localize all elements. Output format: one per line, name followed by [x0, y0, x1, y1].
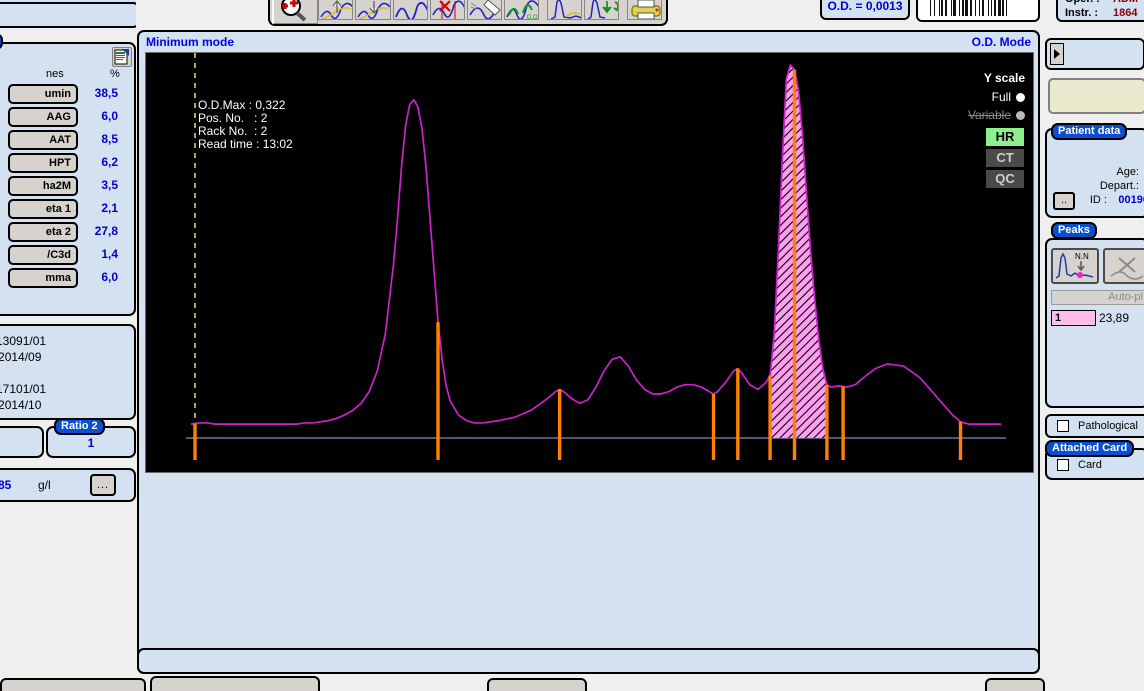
curve-do-icon[interactable]: D.O: [504, 0, 540, 20]
patient-id-label: ID :: [1089, 194, 1107, 206]
bottom-mid-toolbar: [150, 676, 320, 691]
patient-data-label: Patient data: [1051, 123, 1128, 140]
patient-age-label: Age:: [1116, 166, 1139, 178]
peak-cut-icon[interactable]: [1103, 248, 1144, 284]
patient-depart-label: Depart.:: [1099, 180, 1139, 192]
card-checkbox[interactable]: [1057, 459, 1069, 471]
curve-peak-icon[interactable]: [546, 0, 583, 20]
curve-toolbar: D.O: [268, 0, 668, 26]
operator-info: Oper. : ADM Instr. : 1864: [1056, 0, 1144, 22]
electropherogram-canvas[interactable]: O.D.Max : 0,322 Pos. No. : 2 Rack No. : …: [145, 52, 1034, 473]
lot-line: LOT: 17101/01: [0, 382, 47, 396]
bottom-status-bar: [137, 648, 1040, 674]
lot-line: EXP: 2014/09: [0, 350, 42, 364]
patient-data-group: Age: Depart.: ID : 00190 ..: [1045, 128, 1144, 218]
magnify-plus-icon[interactable]: [272, 0, 318, 24]
patient-id-value: 00190: [1118, 194, 1144, 206]
instrument-value: 1864: [1113, 7, 1138, 19]
ratio1-value: 3: [0, 436, 42, 450]
mode-button-hr[interactable]: HR: [985, 127, 1025, 147]
card-label: Card: [1078, 459, 1102, 471]
pathological-checkbox[interactable]: [1057, 420, 1069, 432]
mode-button-ct[interactable]: CT: [985, 148, 1025, 168]
od-display: O.D. = 0,0013: [820, 0, 910, 20]
graph-info-posno: Pos. No. : 2: [198, 111, 268, 125]
graph-info-rackno: Rack No. : 2: [198, 124, 268, 138]
curve-down-icon[interactable]: [355, 0, 391, 20]
peak-value: 23,89: [1099, 311, 1130, 325]
radio-unselected-icon: [1016, 110, 1025, 120]
attached-card-label: Attached Card: [1045, 440, 1135, 457]
chevron-right-icon[interactable]: [1050, 43, 1064, 65]
graph-title: Minimum mode: [146, 35, 235, 49]
graph-mode-label: O.D. Mode: [971, 35, 1031, 49]
comment-field[interactable]: [1048, 78, 1144, 114]
bottom-right-toolbar: [985, 678, 1045, 691]
svg-text:D.O: D.O: [527, 15, 538, 20]
lot-line: LOT: 13091/01: [0, 334, 47, 348]
bottom-center-toolbar: [487, 678, 587, 691]
curve-plain-icon[interactable]: [392, 0, 428, 20]
od-value: O.D. = 0,0013: [827, 0, 903, 13]
ratio2-label: Ratio 2: [54, 418, 105, 435]
bottom-left-toolbar: [0, 678, 146, 691]
printer-icon[interactable]: [626, 0, 662, 20]
graph-info-readtime: Read time : 13:02: [198, 137, 293, 151]
total-protein-group: 85 g/l ...: [0, 468, 136, 502]
ratio2-value: 1: [87, 436, 95, 450]
curve-brush-icon[interactable]: [467, 0, 503, 20]
svg-text:N.N: N.N: [1075, 252, 1089, 261]
pathological-panel: Pathological: [1045, 414, 1144, 438]
barcode-image: [916, 0, 1040, 22]
sidebar-collapse-panel: [1045, 38, 1144, 70]
patient-browse-button[interactable]: ..: [1053, 192, 1075, 210]
lot-line: EXP: 2014/10: [0, 398, 42, 412]
curve-save-icon[interactable]: [584, 0, 620, 20]
peaks-label: Peaks: [1051, 222, 1097, 239]
total-protein-unit: g/l: [38, 478, 51, 492]
curve-delete-icon[interactable]: [429, 0, 465, 20]
mode-button-qc[interactable]: QC: [985, 169, 1025, 189]
radio-selected-icon: [1016, 92, 1025, 102]
graph-info-odmax: O.D.Max : 0,322: [198, 98, 286, 112]
operator-label: Oper. :: [1065, 0, 1100, 5]
pathological-label: Pathological: [1078, 420, 1138, 432]
graph-panel: Minimum mode O.D. Mode O.D.Max : 0,322 P…: [137, 30, 1040, 674]
peak-detect-icon[interactable]: N.N: [1051, 248, 1099, 284]
left-panel-lower: LOT: 13091/01 EXP: 2014/09 LOT: 17101/01 EX…: [0, 0, 136, 691]
operator-value: ADM: [1113, 0, 1138, 5]
y-scale-variable-label: Variable: [967, 108, 1011, 122]
peak-number[interactable]: 1: [1051, 310, 1096, 326]
auto-pl-label: Auto-pl: [1051, 290, 1144, 305]
application-window: on values nes%g/lumin38,532,73<AAG6,05,1…: [0, 0, 1144, 691]
total-protein-edit-button[interactable]: ...: [90, 474, 116, 496]
lot-info-group: LOT: 13091/01 EXP: 2014/09 LOT: 17101/01 EX…: [0, 324, 136, 420]
instrument-label: Instr. :: [1065, 7, 1099, 19]
curve-up-icon[interactable]: [318, 0, 354, 20]
peaks-group: N.N Auto-pl 1 23,89: [1045, 238, 1144, 408]
ratio1-group: 3: [0, 426, 44, 458]
y-scale-full-label: Full: [991, 90, 1011, 104]
y-scale-full-option[interactable]: Full: [992, 90, 1025, 104]
total-protein-value: 85: [0, 478, 12, 492]
y-scale-label: Y scale: [983, 71, 1025, 85]
y-scale-variable-option[interactable]: Variable: [968, 108, 1025, 122]
